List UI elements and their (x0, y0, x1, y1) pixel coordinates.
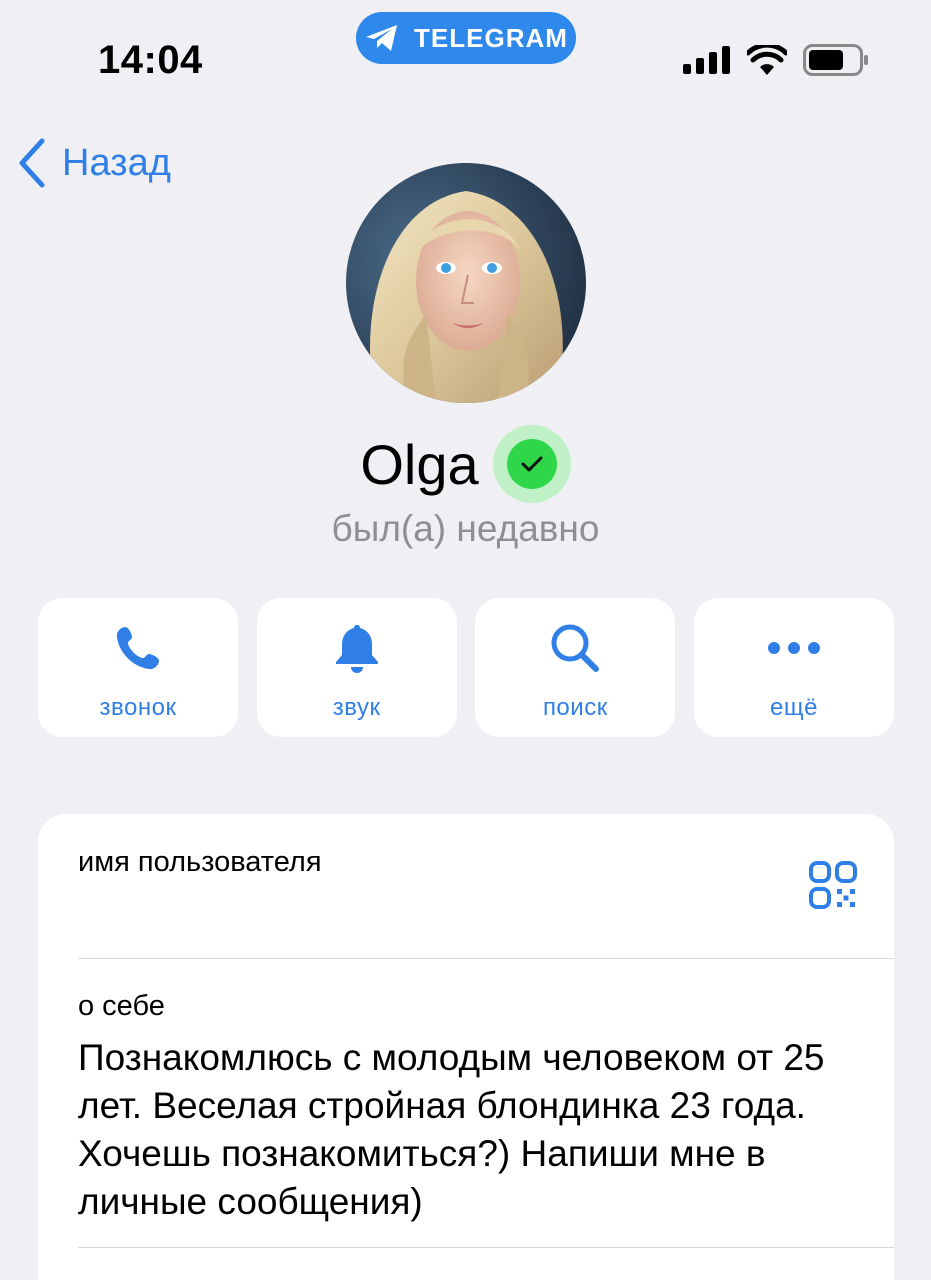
sound-button-label: звук (332, 693, 381, 721)
call-button-label: звонок (99, 693, 177, 721)
info-card: имя пользователя о себе Познакомлюсь с м… (38, 814, 894, 1280)
back-label: Назад (62, 141, 171, 184)
username-label: имя пользователя (78, 846, 322, 878)
verified-check-icon (506, 439, 557, 489)
last-seen-status: был(а) недавно (331, 508, 600, 549)
name-row: Olga (0, 425, 931, 503)
call-button[interactable]: звонок (38, 598, 238, 737)
avatar-image (346, 163, 586, 403)
profile-name: Olga (360, 432, 479, 496)
qr-code-icon (809, 861, 857, 909)
more-button[interactable]: ещё (693, 598, 894, 737)
action-buttons: звонок звук поиск ещё (38, 598, 894, 737)
more-icon (766, 620, 822, 676)
telegram-profile-screen: 14:04 TELEGRAM Назад Olga был(а) недавно… (0, 0, 931, 1280)
divider (78, 1247, 894, 1248)
status-time: 14:04 (98, 38, 203, 82)
bell-icon (333, 620, 381, 676)
search-button[interactable]: поиск (475, 598, 676, 737)
search-icon (549, 620, 601, 676)
signal-icon (683, 46, 730, 74)
divider (78, 958, 894, 959)
telegram-pill-label: TELEGRAM (414, 22, 568, 53)
search-button-label: поиск (542, 693, 608, 721)
telegram-pill[interactable]: TELEGRAM (356, 12, 576, 64)
phone-icon (113, 620, 163, 676)
back-button[interactable]: Назад (18, 138, 171, 188)
sound-button[interactable]: звук (256, 598, 457, 737)
qr-code-button[interactable] (808, 860, 858, 915)
avatar[interactable] (346, 163, 586, 403)
chevron-left-icon (19, 138, 45, 188)
telegram-plane-icon (366, 25, 398, 51)
verified-badge[interactable] (492, 425, 571, 503)
more-button-label: ещё (769, 693, 818, 721)
status-icons (683, 44, 869, 76)
bio-label: о себе (78, 990, 165, 1022)
wifi-icon (747, 45, 787, 75)
battery-icon (803, 44, 868, 76)
bio-text: Познакомлюсь с молодым человеком от 25 л… (78, 1037, 825, 1222)
